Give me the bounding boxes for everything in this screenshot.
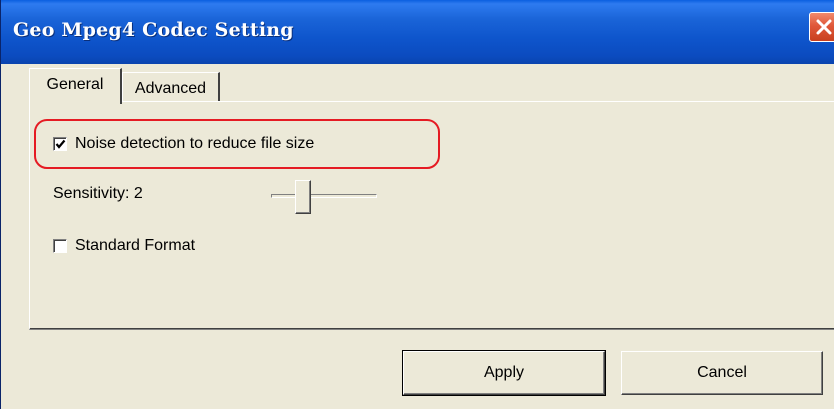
standard-format-label[interactable]: Standard Format [75, 237, 195, 255]
standard-format-checkbox[interactable] [53, 239, 67, 253]
tab-advanced[interactable]: Advanced [122, 72, 220, 102]
noise-detection-label[interactable]: Noise detection to reduce file size [75, 135, 314, 153]
tab-advanced-label: Advanced [134, 79, 207, 97]
noise-detection-checkbox[interactable] [53, 137, 67, 151]
cancel-button[interactable]: Cancel [621, 351, 823, 395]
close-icon [816, 19, 832, 35]
sensitivity-label: Sensitivity: 2 [53, 185, 143, 202]
sensitivity-slider-track[interactable] [271, 194, 377, 198]
window-title: Geo Mpeg4 Codec Setting [13, 19, 294, 41]
checkmark-icon [55, 139, 66, 149]
tab-general[interactable]: General [29, 68, 122, 104]
tab-general-label: General [46, 75, 104, 93]
title-bar[interactable]: Geo Mpeg4 Codec Setting [1, 0, 834, 64]
close-button[interactable] [809, 12, 834, 42]
apply-button[interactable]: Apply [402, 350, 606, 396]
codec-settings-dialog: Geo Mpeg4 Codec Setting Advanced General… [0, 0, 834, 409]
sensitivity-slider-thumb[interactable] [294, 180, 311, 214]
